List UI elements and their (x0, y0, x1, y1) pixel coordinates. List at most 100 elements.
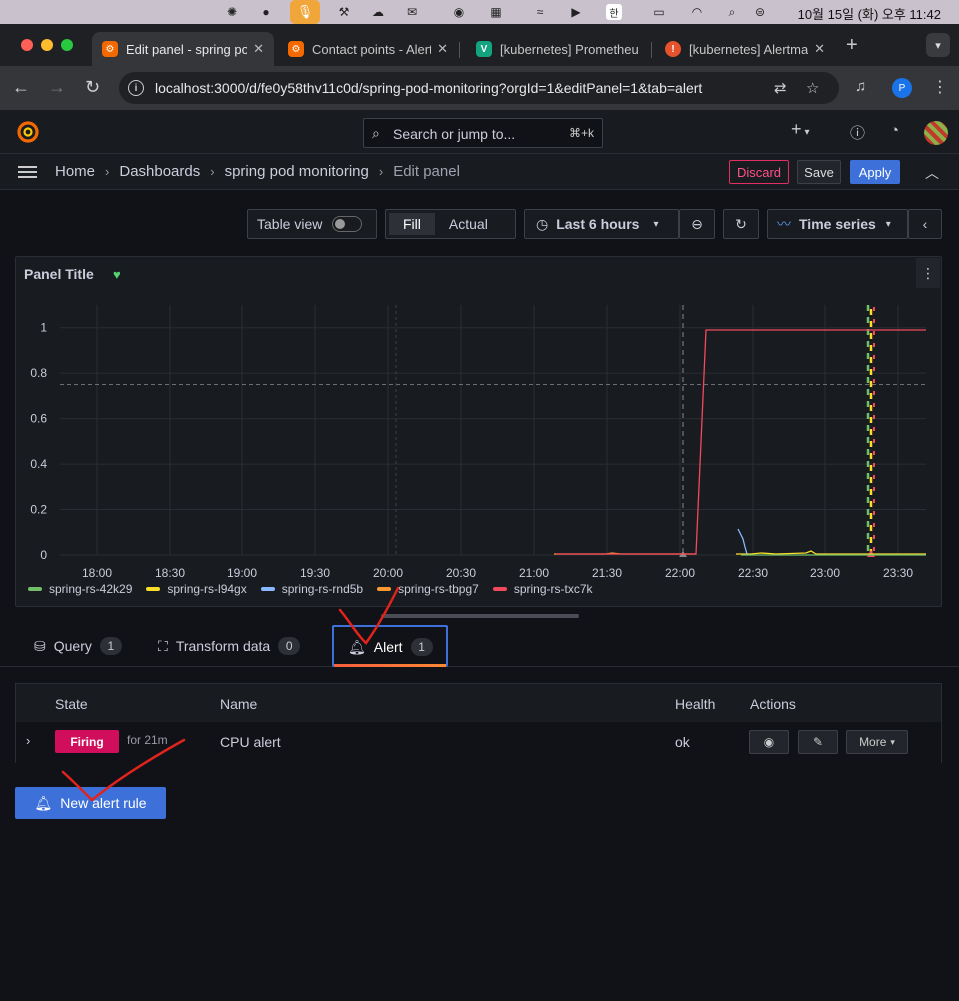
toggle-switch[interactable] (332, 216, 363, 232)
chat-icon[interactable]: ● (258, 4, 274, 20)
chatgpt-icon[interactable]: ✺ (224, 4, 240, 20)
x-tick-label: 21:00 (519, 566, 549, 580)
add-new-button[interactable]: + ▾ (791, 119, 810, 140)
profile-avatar[interactable]: P (892, 78, 912, 98)
input-source-indicator[interactable]: 한 (606, 4, 622, 20)
search-icon[interactable]: ⌕ (724, 4, 740, 20)
discard-button[interactable]: Discard (729, 160, 789, 184)
bookmark-star-icon[interactable]: ☆ (806, 79, 819, 97)
chevron-left-icon[interactable]: ‹ (908, 209, 942, 239)
minimize-window-button[interactable] (41, 39, 53, 51)
address-bar[interactable]: i localhost:3000/d/fe0y58thv11c0d/spring… (119, 72, 839, 104)
tab-alert[interactable]: 🔔︎ Alert 1 (332, 625, 448, 667)
close-icon[interactable]: ✕ (814, 41, 825, 57)
legend-item[interactable]: spring-rs-42k29 (28, 582, 132, 596)
more-menu-icon[interactable]: ⋮ (932, 77, 948, 97)
tool-icon[interactable]: ⚒ (336, 4, 352, 20)
breadcrumb-home[interactable]: Home (55, 163, 95, 180)
tab-transform-data[interactable]: ⛶ Transform data 0 (158, 625, 301, 667)
bell-icon: 🔔︎ (34, 794, 53, 811)
edit-pencil-icon[interactable]: ✎ (798, 730, 838, 754)
zoom-out-icon[interactable]: ⊖ (679, 209, 715, 239)
keyboard-icon[interactable]: ▦ (488, 4, 504, 20)
y-tick-label: 0.8 (30, 366, 47, 380)
tab-divider (459, 42, 460, 58)
translate-icon[interactable]: ⇄ (774, 79, 787, 97)
legend-item[interactable]: spring-rs-txc7k (492, 582, 593, 596)
control-center-icon[interactable]: ⊜ (752, 4, 768, 20)
v-icon: V (476, 41, 492, 57)
chevron-down-icon: ▾ (885, 218, 891, 230)
legend-swatch (377, 587, 392, 591)
fill-option[interactable]: Fill (389, 213, 435, 235)
tab-query[interactable]: ⛁ Query 1 (34, 625, 122, 667)
legend-item[interactable]: spring-rs-rnd5b (260, 582, 363, 596)
breadcrumb-dashboard[interactable]: spring pod monitoring (225, 163, 369, 180)
new-tab-button[interactable]: + (846, 34, 858, 57)
macos-menubar: ✺ ● 🎙 ⚒ ☁ ✉ ◉ ▦ ≈ ▶ 한 ▭ ◠ ⌕ ⊜ 10월 15일 (화… (0, 0, 959, 24)
chevron-right-icon: › (105, 164, 110, 179)
url-text[interactable]: localhost:3000/d/fe0y58thv11c0d/spring-p… (155, 80, 702, 96)
actual-option[interactable]: Actual (435, 213, 502, 235)
user-avatar[interactable] (924, 121, 948, 145)
close-icon[interactable]: ✕ (253, 41, 264, 57)
site-info-icon[interactable]: i (128, 80, 144, 96)
x-tick-label: 22:00 (665, 566, 695, 580)
save-button[interactable]: Save (797, 160, 841, 184)
maximize-window-button[interactable] (61, 39, 73, 51)
time-range-picker[interactable]: ◷ Last 6 hours ▾ (524, 209, 679, 239)
play-icon[interactable]: ▶ (568, 4, 584, 20)
breadcrumb-dashboards[interactable]: Dashboards (119, 163, 200, 180)
bell-icon: 🔔︎ (348, 638, 366, 655)
menu-icon[interactable] (18, 166, 37, 178)
microphone-icon[interactable]: 🎙 (290, 0, 320, 24)
x-tick-label: 18:00 (82, 566, 112, 580)
x-tick-label: 21:30 (592, 566, 622, 580)
cloud-icon[interactable]: ☁ (370, 4, 386, 20)
refresh-icon[interactable]: ↻ (723, 209, 759, 239)
browser-tab-edit-panel[interactable]: ⚙ Edit panel - spring pod monitoring ✕ (92, 32, 274, 66)
y-tick-label: 1 (40, 321, 47, 335)
browser-tab-contact-points[interactable]: ⚙ Contact points - Alerting ✕ (278, 32, 458, 66)
tab-search-icon[interactable]: ▾ (926, 33, 950, 57)
browser-tab-alertmanager[interactable]: ! [kubernetes] Alertmanager ✕ (655, 32, 835, 66)
media-icon[interactable]: ♫ (855, 78, 866, 95)
browser-tab-strip: ⚙ Edit panel - spring pod monitoring ✕ ⚙… (0, 24, 959, 66)
cat-icon[interactable]: ≈ (532, 4, 548, 20)
close-window-button[interactable] (21, 39, 33, 51)
editor-tabs: ⛁ Query 1 ⛶ Transform data 0 🔔︎ Alert 1 (0, 625, 959, 667)
battery-icon[interactable]: ▭ (648, 4, 670, 20)
close-icon[interactable]: ✕ (437, 41, 448, 57)
grafana-logo-icon[interactable] (16, 120, 40, 144)
menubar-clock[interactable]: 10월 15일 (화) 오후 11:42 (798, 4, 941, 23)
reload-icon[interactable]: ↻ (85, 77, 100, 98)
view-eye-icon[interactable]: ◉ (749, 730, 789, 754)
expand-chevron-icon[interactable]: › (26, 733, 30, 748)
table-view-toggle[interactable]: Table view (247, 209, 377, 239)
browser-tab-prometheus[interactable]: V [kubernetes] Prometheus (466, 32, 648, 66)
apply-button[interactable]: Apply (850, 160, 900, 184)
more-button[interactable]: More ▾ (846, 730, 908, 754)
legend-item[interactable]: spring-rs-l94gx (146, 582, 247, 596)
new-alert-rule-button[interactable]: 🔔︎ New alert rule (15, 787, 166, 819)
back-icon[interactable]: ← (12, 77, 30, 98)
database-icon: ⛁ (34, 637, 46, 654)
wifi-icon[interactable]: ◠ (689, 4, 705, 20)
time-series-chart[interactable]: 18:00 18:30 19:00 19:30 20:00 20:30 21:00 21:30… (16, 257, 943, 587)
legend-item[interactable]: spring-rs-tbpg7 (377, 582, 479, 596)
forward-icon[interactable]: → (48, 77, 66, 98)
alert-rules-table: State Name Health Actions › Firing for 2… (15, 683, 942, 763)
alert-name: CPU alert (220, 734, 281, 750)
record-icon[interactable]: ◉ (451, 4, 467, 20)
horizontal-scrollbar[interactable] (381, 614, 579, 618)
table-header: State Name Health Actions (16, 684, 941, 722)
visualization-picker[interactable]: 〰 Time series ▾ (767, 209, 908, 239)
help-icon[interactable]: ⓘ (850, 122, 865, 143)
news-rss-icon[interactable]: ◔ (890, 122, 899, 139)
x-tick-label: 18:30 (155, 566, 185, 580)
mail-icon[interactable]: ✉ (404, 4, 420, 20)
search-bar[interactable]: ⌕ Search or jump to... ⌘+k (363, 118, 603, 148)
column-state: State (55, 696, 88, 712)
chevron-up-icon[interactable]: ︿ (925, 163, 939, 183)
breadcrumb: Home › Dashboards › spring pod monitorin… (55, 163, 460, 180)
